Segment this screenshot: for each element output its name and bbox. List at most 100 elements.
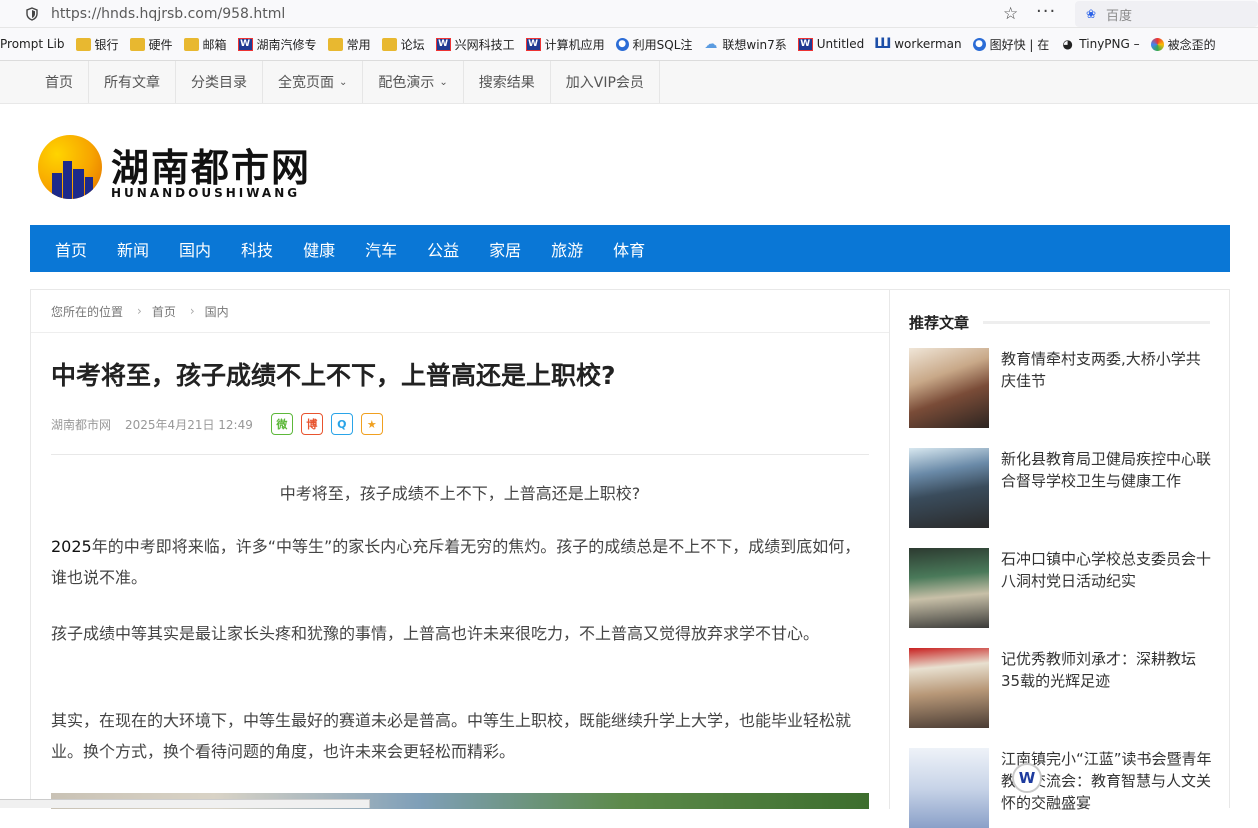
- bookmark-item[interactable]: 邮箱: [183, 36, 227, 53]
- main-nav-item[interactable]: 国内: [164, 237, 226, 261]
- recommended-article[interactable]: 记优秀教师刘承才：深耕教坛35载的光辉足迹: [909, 648, 1210, 728]
- main-nav-item[interactable]: 体育: [598, 237, 660, 261]
- article-paragraph: 其实，在现在的大环境下，中等生最好的赛道未必是普高。中等生上职校，既能继续升学上…: [51, 711, 852, 761]
- site-nav-item[interactable]: 全宽页面 ⌄: [263, 61, 364, 103]
- bookmark-label: 计算机应用: [544, 37, 605, 52]
- article-thumbnail[interactable]: [909, 448, 989, 528]
- bookmark-item[interactable]: W 兴网科技工: [435, 36, 515, 53]
- main-nav-item[interactable]: 新闻: [102, 237, 164, 261]
- bookmark-label: 论坛: [400, 37, 425, 52]
- bookmark-item[interactable]: Шworkerman: [874, 36, 962, 52]
- main-nav-item[interactable]: 首页: [40, 237, 102, 261]
- bookmark-item[interactable]: 论坛: [381, 36, 425, 53]
- browser-address-bar: https://hnds.hqjrsb.com/958.html ☆ ··· ❀…: [0, 0, 1258, 28]
- recommended-article[interactable]: 教育情牵村支两委,大桥小学共庆佳节: [909, 348, 1210, 428]
- paragraph-year: 2025: [51, 537, 92, 556]
- site-nav-label: 搜索结果: [478, 75, 535, 91]
- breadcrumb-category[interactable]: 国内: [205, 303, 229, 320]
- logo-icon[interactable]: [38, 135, 102, 199]
- site-nav-item[interactable]: 首页: [30, 61, 89, 103]
- bookmark-label: 邮箱: [202, 37, 227, 52]
- paragraph-text: 年的中考即将来临，许多“中等生”的家长内心充斥着无穷的焦灼。孩子的成绩总是不上不…: [51, 537, 861, 587]
- folder-icon: [327, 37, 343, 51]
- recommended-article[interactable]: 江南镇完小“江蓝”读书会暨青年教师交流会：教育智慧与人文关怀的交融盛宴: [909, 748, 1212, 828]
- more-icon[interactable]: ···: [1036, 1, 1056, 22]
- site-top-nav: 首页 所有文章 分类目录 全宽页面 ⌄ 配色演示 ⌄ 搜索结果 加入VIP会员: [0, 61, 1258, 104]
- chevron-down-icon: ⌄: [439, 76, 448, 88]
- shield-icon[interactable]: [25, 6, 39, 21]
- circle-icon: ●: [972, 37, 986, 51]
- logo-subtitle: HUNANDOUSHIWANG: [111, 186, 301, 200]
- bookmark-label: 湖南汽修专: [256, 37, 317, 52]
- site-nav-item[interactable]: 配色演示 ⌄: [363, 61, 464, 103]
- bookmark-star-icon[interactable]: ☆: [1003, 4, 1018, 24]
- site-nav-item[interactable]: 加入VIP会员: [551, 61, 660, 103]
- recommended-article-title[interactable]: 教育情牵村支两委,大桥小学共庆佳节: [1001, 348, 1213, 392]
- ring-icon: [1150, 37, 1164, 51]
- bookmark-item[interactable]: ☁ 联想win7系: [703, 36, 786, 53]
- bookmark-item[interactable]: 硬件: [129, 36, 173, 53]
- panda-icon: ◕: [1062, 37, 1074, 51]
- w-icon: W: [525, 37, 541, 51]
- folder-icon: [75, 37, 91, 51]
- breadcrumb-home[interactable]: 首页: [152, 303, 176, 320]
- recommended-article-title[interactable]: 新化县教育局卫健局疾控中心联合督导学校卫生与健康工作: [1001, 448, 1213, 492]
- qq-share-icon[interactable]: Q: [330, 413, 353, 435]
- site-nav-label: 所有文章: [104, 75, 160, 91]
- main-nav-item[interactable]: 科技: [226, 237, 288, 261]
- article-thumbnail[interactable]: [909, 648, 989, 728]
- logo-title[interactable]: 湖南都市网: [111, 137, 311, 192]
- site-nav-item[interactable]: 搜索结果: [464, 61, 551, 103]
- favorite-icon[interactable]: ★: [360, 413, 383, 435]
- bookmark-label: Untitled: [816, 37, 865, 51]
- recommended-article-title[interactable]: 记优秀教师刘承才：深耕教坛35载的光辉足迹: [1001, 648, 1213, 692]
- site-nav-label: 全宽页面: [278, 75, 334, 91]
- recommended-article[interactable]: 新化县教育局卫健局疾控中心联合督导学校卫生与健康工作: [909, 448, 1213, 528]
- bookmark-item[interactable]: W Untitled: [797, 37, 865, 51]
- article-paragraph: 孩子成绩中等其实是最让家长头疼和犹豫的事情，上普高也许未来很吃力，不上普高又觉得…: [51, 624, 820, 643]
- bookmark-item[interactable]: ● 利用SQL注: [615, 36, 692, 53]
- article-lead: 中考将至，孩子成绩不上不下，上普高还是上职校?: [279, 484, 641, 503]
- main-nav-item[interactable]: 公益: [412, 237, 474, 261]
- article-thumbnail[interactable]: [909, 348, 989, 428]
- article-column: 您所在的位置 › 首页 › 国内 中考将至，孩子成绩不上不下，上普高还是上职校?…: [31, 290, 890, 809]
- content-area: 您所在的位置 › 首页 › 国内 中考将至，孩子成绩不上不下，上普高还是上职校?…: [30, 289, 1230, 828]
- bookmark-label: 图好快 | 在: [989, 37, 1050, 52]
- search-box[interactable]: ❀ 百度: [1075, 1, 1258, 27]
- bookmark-item[interactable]: W 湖南汽修专: [237, 36, 317, 53]
- bookmark-item[interactable]: W 计算机应用: [525, 36, 605, 53]
- bookmark-item[interactable]: ● 图好快 | 在: [972, 36, 1050, 53]
- bookmark-item[interactable]: Prompt Lib: [0, 37, 65, 51]
- site-nav-label: 加入VIP会员: [565, 75, 644, 91]
- article-meta: 湖南都市网 2025年4月21日 12:49 微 博 Q ★: [51, 413, 391, 435]
- bookmark-label: workerman: [894, 37, 962, 51]
- article-title: 中考将至，孩子成绩不上不下，上普高还是上职校?: [51, 361, 616, 390]
- main-nav: 首页 新闻 国内 科技 健康 汽车 公益 家居 旅游 体育: [30, 225, 1230, 272]
- bookmark-item[interactable]: 被念歪的: [1150, 36, 1216, 53]
- site-nav-item[interactable]: 所有文章: [89, 61, 176, 103]
- recommended-article-title[interactable]: 石冲口镇中心学校总支委员会十八洞村党日活动纪实: [1001, 548, 1213, 592]
- bookmark-item[interactable]: 银行: [75, 36, 119, 53]
- site-nav-item[interactable]: 分类目录: [176, 61, 263, 103]
- main-nav-item[interactable]: 汽车: [350, 237, 412, 261]
- sidebar: 推荐文章 教育情牵村支两委,大桥小学共庆佳节 新化县教育局卫健局疾控中心联合督导…: [891, 290, 1230, 828]
- weibo-share-icon[interactable]: 博: [300, 413, 323, 435]
- chevron-right-icon: ›: [137, 304, 142, 318]
- bookmark-item[interactable]: ◕ TinyPNG –: [1060, 37, 1140, 51]
- article-thumbnail[interactable]: [909, 748, 989, 828]
- circle-icon: ●: [615, 37, 629, 51]
- floating-logo-icon[interactable]: W: [1012, 763, 1042, 793]
- url-field[interactable]: https://hnds.hqjrsb.com/958.html: [51, 6, 285, 22]
- bookmark-item[interactable]: 常用: [327, 36, 371, 53]
- wechat-share-icon[interactable]: 微: [270, 413, 293, 435]
- sidebar-title-line: [983, 321, 1210, 324]
- recommended-article[interactable]: 石冲口镇中心学校总支委员会十八洞村党日活动纪实: [909, 548, 1213, 628]
- bookmark-label: 银行: [94, 37, 119, 52]
- main-nav-item[interactable]: 健康: [288, 237, 350, 261]
- site-nav-label: 配色演示: [378, 75, 435, 91]
- article-thumbnail[interactable]: [909, 548, 989, 628]
- main-nav-item[interactable]: 家居: [474, 237, 536, 261]
- main-nav-item[interactable]: 旅游: [536, 237, 598, 261]
- article-date: 2025年4月21日 12:49: [125, 417, 253, 432]
- breadcrumb: 您所在的位置 › 首页 › 国内: [31, 290, 889, 333]
